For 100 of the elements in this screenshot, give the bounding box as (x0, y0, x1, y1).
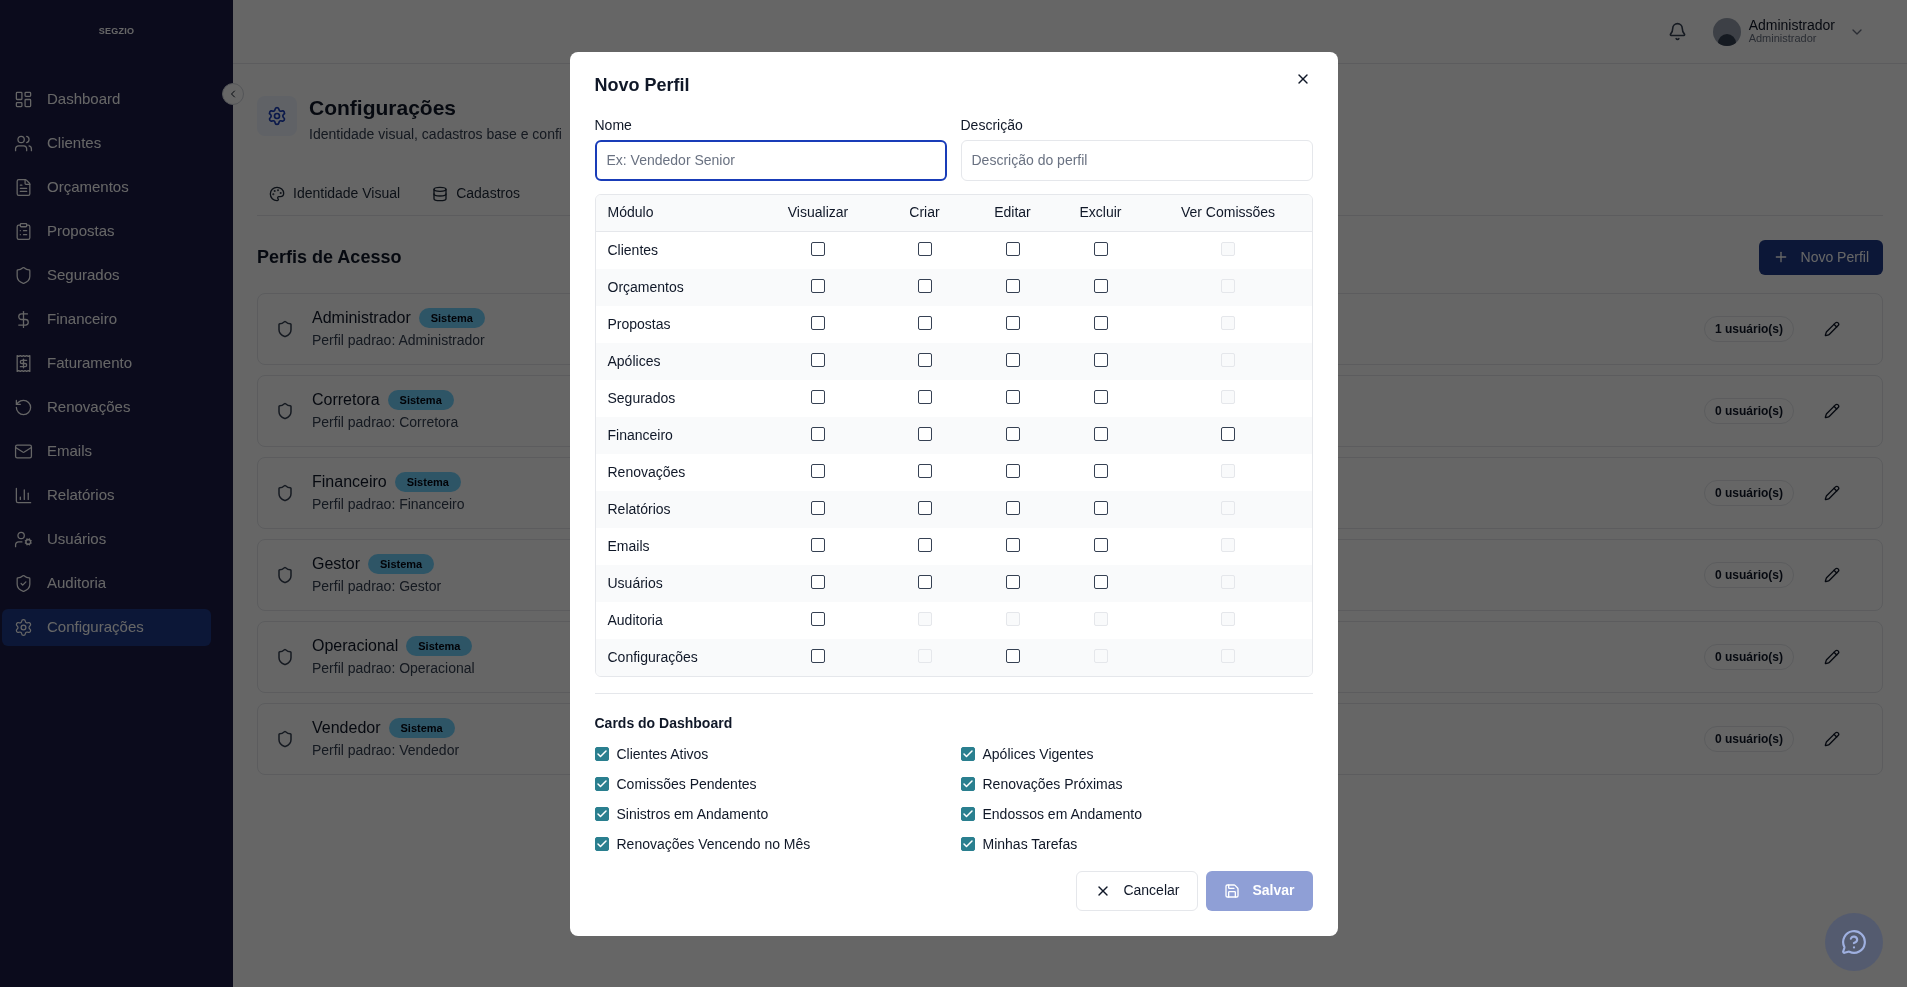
checkbox[interactable] (960, 837, 975, 851)
sidebar-item[interactable]: Clientes (2, 125, 211, 162)
checkbox[interactable] (811, 390, 825, 404)
checkbox[interactable] (1005, 538, 1020, 552)
field-label: Descrição (960, 115, 1024, 135)
sidebar-item[interactable]: Relatórios (2, 477, 211, 514)
checkbox[interactable] (917, 353, 932, 367)
sidebar-item[interactable]: Configurações (2, 609, 211, 646)
section-title: Cards do Dashboard (594, 713, 733, 733)
profile-description: Perfil padrao: Gestor (312, 577, 442, 596)
checkbox[interactable] (811, 538, 825, 552)
user-name: Administrador (1748, 18, 1835, 32)
checkbox[interactable] (960, 777, 975, 791)
checkbox[interactable] (1005, 575, 1020, 589)
checkbox[interactable] (1093, 316, 1108, 330)
checkbox[interactable] (960, 747, 975, 761)
checkbox[interactable] (1093, 242, 1108, 257)
page-title: Configurações (309, 95, 458, 121)
check-icon (961, 808, 974, 820)
profile-name: Corretora (312, 390, 380, 410)
sidebar-item[interactable]: Auditoria (2, 565, 211, 602)
sidebar-item[interactable]: Propostas (2, 213, 211, 250)
checkbox[interactable] (1093, 538, 1108, 552)
sidebar-item[interactable]: Dashboard (2, 81, 211, 118)
input-field[interactable]: Ex: Vendedor Senior (594, 139, 947, 181)
checkbox[interactable] (960, 807, 975, 821)
checkbox[interactable] (594, 777, 609, 791)
checkbox-label: Sinistros em Andamento (616, 804, 769, 824)
tab[interactable]: Cadastros (420, 172, 532, 215)
sidebar-item[interactable]: Renovações (2, 389, 211, 426)
page-subtitle: Identidade visual, cadastros base e confi (309, 124, 562, 144)
checkbox[interactable] (811, 575, 825, 589)
checkbox[interactable] (917, 501, 932, 515)
checkbox[interactable] (811, 464, 825, 478)
checkbox[interactable] (1005, 390, 1020, 404)
tab[interactable]: Identidade Visual (257, 172, 413, 215)
cancel-button[interactable]: Cancelar (1076, 870, 1199, 911)
new-profile-button[interactable]: Novo Perfil (1758, 239, 1883, 275)
system-badge: Sistema (406, 635, 473, 657)
shield-icon (276, 319, 294, 338)
checkbox[interactable] (1221, 427, 1235, 441)
checkbox[interactable] (1005, 316, 1020, 330)
checkbox[interactable] (1093, 279, 1108, 293)
edit-icon[interactable] (1824, 484, 1840, 501)
checkbox[interactable] (811, 612, 825, 626)
checkbox[interactable] (1005, 279, 1020, 293)
module-name: Relatórios (607, 500, 671, 517)
check-icon (595, 838, 608, 850)
checkbox[interactable] (811, 501, 825, 515)
sidebar-item[interactable]: Orçamentos (2, 169, 211, 206)
checkbox[interactable] (811, 649, 825, 663)
edit-icon[interactable] (1824, 402, 1840, 419)
edit-icon[interactable] (1824, 730, 1840, 747)
checkbox-label: Apólices Vigentes (982, 744, 1094, 764)
check-icon (961, 838, 974, 850)
checkbox[interactable] (1005, 353, 1020, 367)
checkbox[interactable] (917, 279, 932, 293)
sidebar-item-icon (14, 442, 33, 461)
edit-icon[interactable] (1824, 648, 1840, 665)
edit-icon[interactable] (1824, 566, 1840, 583)
collapse-button[interactable] (222, 83, 244, 105)
checkbox[interactable] (594, 807, 609, 821)
sidebar-item[interactable]: Financeiro (2, 301, 211, 338)
save-icon (1224, 882, 1241, 899)
checkbox[interactable] (1005, 649, 1020, 663)
checkbox[interactable] (1093, 464, 1108, 478)
edit-icon[interactable] (1824, 320, 1840, 337)
checkbox[interactable] (811, 427, 825, 441)
system-badge: Sistema (387, 389, 454, 411)
checkbox[interactable] (1093, 353, 1108, 367)
checkbox[interactable] (917, 316, 932, 330)
checkbox[interactable] (1005, 242, 1020, 257)
checkbox[interactable] (917, 575, 932, 589)
checkbox[interactable] (917, 427, 932, 441)
sidebar-item[interactable]: Faturamento (2, 345, 211, 382)
checkbox[interactable] (1093, 501, 1108, 515)
checkbox[interactable] (917, 242, 932, 257)
checkbox[interactable] (917, 538, 932, 552)
checkbox[interactable] (811, 279, 825, 293)
checkbox-label: Comissões Pendentes (616, 774, 757, 794)
column-header: Criar (909, 204, 940, 221)
sidebar-item[interactable]: Usuários (2, 521, 211, 558)
section-title: Perfis de Acesso (257, 245, 402, 269)
notification-icon[interactable] (1667, 22, 1687, 41)
checkbox[interactable] (1093, 575, 1108, 589)
checkbox[interactable] (1005, 464, 1020, 478)
checkbox[interactable] (1093, 390, 1108, 404)
module-name: Financeiro (607, 426, 673, 443)
checkbox[interactable] (811, 316, 825, 330)
checkbox[interactable] (917, 390, 932, 404)
checkbox[interactable] (1005, 501, 1020, 515)
sidebar-item[interactable]: Segurados (2, 257, 211, 294)
checkbox[interactable] (1093, 427, 1108, 441)
sidebar-item[interactable]: Emails (2, 433, 211, 470)
checkbox[interactable] (811, 353, 825, 367)
checkbox[interactable] (811, 242, 825, 257)
checkbox[interactable] (594, 747, 609, 761)
checkbox[interactable] (594, 837, 609, 851)
checkbox[interactable] (917, 464, 932, 478)
checkbox[interactable] (1005, 427, 1020, 441)
